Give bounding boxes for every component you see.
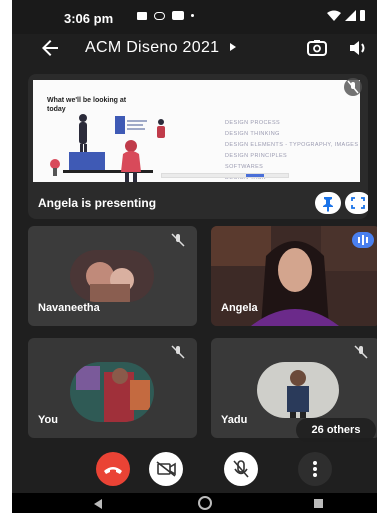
presentation-tile[interactable]: What we'll be looking at today DESIGN PR… [28,74,368,219]
shared-slide: What we'll be looking at today DESIGN PR… [33,80,360,182]
status-right [327,10,365,21]
pin-button[interactable] [315,192,341,214]
participant-tile[interactable]: Angela [211,226,377,326]
pin-icon [323,197,333,212]
dropdown-caret-icon[interactable] [230,43,236,51]
phone-screen: 3:06 pm ACM Diseno 2021 What we'll be lo… [12,0,377,513]
hang-up-icon [104,467,122,474]
call-controls [12,448,377,492]
signal-icon [345,10,356,21]
topic-item: DESIGN THINKING [225,131,280,137]
avatar [257,362,339,418]
dot-icon [191,14,194,17]
mic-off-button[interactable] [224,452,258,486]
topic-item: DESIGN PRINCIPLES [225,153,288,159]
mic-off-icon [171,233,185,247]
switch-camera-icon[interactable] [306,37,328,59]
participant-tile[interactable]: Navaneetha [28,226,197,326]
camera-off-icon [156,461,176,477]
camera-off-button[interactable] [149,452,183,486]
speaking-indicator [352,232,374,248]
mic-off-icon [344,78,362,96]
message-icon [137,11,147,20]
status-time: 3:06 pm [64,11,114,26]
status-bar: 3:06 pm [12,0,377,34]
notification-icons [137,11,194,20]
topic-item: SOFTWARES [225,164,264,170]
nav-back-icon[interactable] [94,499,102,509]
topic-item: DESIGN ELEMENTS - TYPOGRAPHY, IMAGES [225,142,359,148]
more-vert-icon [313,461,317,477]
avatar [70,250,154,302]
nav-home-icon[interactable] [198,496,212,510]
fullscreen-icon [351,197,365,209]
system-nav-bar [12,493,377,513]
wifi-icon [327,10,341,21]
more-options-button[interactable] [298,452,332,486]
app-bar: ACM Diseno 2021 [12,34,377,64]
end-call-button[interactable] [96,452,130,486]
participant-name: Angela [221,302,258,314]
fullscreen-button[interactable] [345,192,368,214]
presenter-label: Angela is presenting [38,196,157,210]
back-arrow-icon[interactable] [38,36,62,60]
speaker-icon[interactable] [348,38,368,58]
participant-name: You [38,414,58,426]
nav-recents-icon[interactable] [314,499,323,508]
slide-controls-bar [161,173,289,178]
audio-level-icon [358,235,368,245]
mic-off-icon [233,460,249,478]
participant-name: Yadu [221,414,248,426]
avatar [70,362,154,422]
participant-name: Navaneetha [38,302,100,314]
cloud-icon [154,11,165,20]
meeting-title[interactable]: ACM Diseno 2021 [85,39,219,57]
others-count-button[interactable]: 26 others [296,418,376,442]
screen-icon [172,11,184,20]
mic-off-icon [171,345,185,359]
topic-item: DESIGN PROCESS [225,120,281,126]
participant-tile[interactable]: You [28,338,197,438]
mic-off-icon [354,345,368,359]
battery-icon [360,10,365,21]
